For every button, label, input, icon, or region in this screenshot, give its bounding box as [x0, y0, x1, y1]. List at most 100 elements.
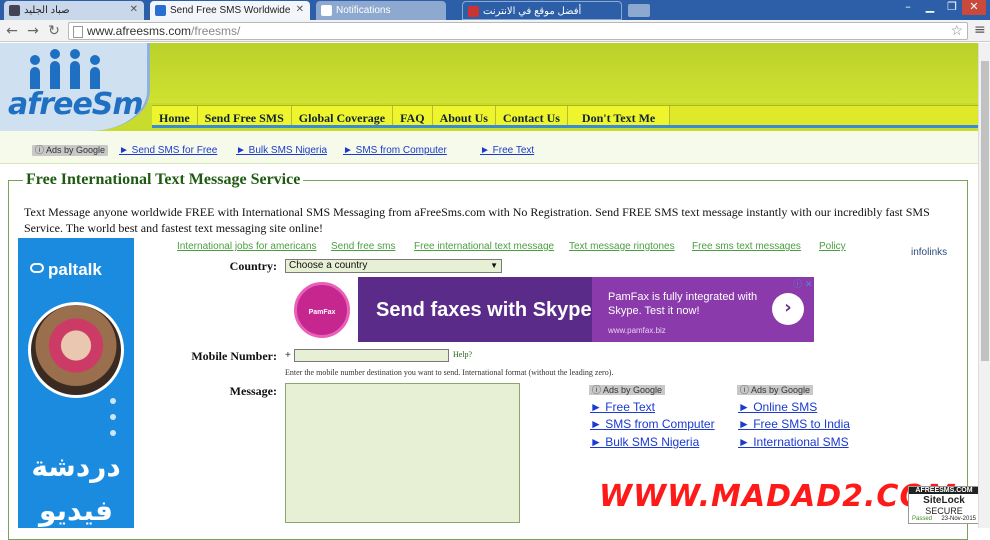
logo-text-afree: afree [8, 87, 93, 122]
logo-figure [50, 61, 60, 89]
forward-arrow-icon[interactable]: → [24, 22, 42, 40]
country-select-value: Choose a country [289, 260, 368, 271]
ad-link-send-sms-free[interactable]: ► Send SMS for Free [119, 145, 217, 156]
browser-tabstrip: صباد الجليد ✕ Send Free SMS Worldwide ✕ … [0, 0, 990, 20]
nav-filler [670, 106, 980, 125]
nav-global-coverage[interactable]: Global Coverage [292, 106, 394, 125]
browser-tab-3[interactable]: Notifications [316, 1, 446, 20]
topic-link-policy[interactable]: Policy [819, 241, 846, 252]
minimize-icon-2[interactable]: ▁ [920, 0, 940, 15]
page-scrollbar[interactable] [978, 43, 990, 528]
banner-subtext: PamFax is fully integrated with Skype. T… [608, 291, 758, 317]
browser-menu-icon[interactable]: ≡ [974, 22, 986, 38]
paltalk-side-ad[interactable]: paltalk دردشة فيديو [18, 238, 134, 528]
topic-link-free-intl-text[interactable]: Free international text message [414, 241, 554, 252]
ad-link-online-sms[interactable]: ► Online SMS [738, 400, 817, 414]
back-arrow-icon[interactable]: ← [3, 22, 21, 40]
main-nav: Home Send Free SMS Global Coverage FAQ A… [152, 105, 980, 128]
mobile-number-input[interactable] [294, 349, 449, 362]
ad-link-sms-from-computer[interactable]: ► SMS from Computer [590, 417, 715, 431]
topic-link-ringtones[interactable]: Text message ringtones [569, 241, 675, 252]
banner-right-panel: PamFax is fully integrated with Skype. T… [592, 277, 814, 342]
ads-by-google-badge[interactable]: ⓘ Ads by Google [32, 145, 109, 156]
logo-text: afreeSms [8, 87, 147, 122]
sitelock-badge[interactable]: AFREESMS.COM SiteLock SECURE Passed 23-No… [908, 486, 980, 524]
close-icon[interactable]: ✕ [296, 4, 304, 15]
message-label: Message: [229, 384, 277, 398]
chevron-right-icon[interactable]: › [772, 293, 804, 325]
paltalk-logo: paltalk [30, 260, 102, 280]
ad-link-bulk-sms-nigeria[interactable]: ► Bulk SMS Nigeria [590, 435, 699, 449]
infolinks-logo[interactable]: infolinks [911, 247, 947, 258]
logo-figure-head [70, 49, 80, 59]
close-window-icon[interactable]: ✕ [962, 0, 986, 15]
topic-link-jobs[interactable]: International jobs for americans [177, 241, 317, 252]
ads-by-google-label: Ads by Google [46, 145, 106, 155]
plus-prefix: + [285, 350, 291, 361]
page-icon [73, 26, 83, 38]
minimize-icon[interactable]: – [898, 0, 918, 15]
chat-bubble-icon [30, 263, 44, 273]
country-label: Country: [229, 259, 277, 273]
pamfax-logo-text: PamFax [308, 309, 336, 316]
paltalk-brand: paltalk [48, 260, 102, 279]
browser-tab-4[interactable]: أفضل موقع في الانترنت [462, 1, 622, 20]
topic-link-free-sms-text[interactable]: Free sms text messages [692, 241, 801, 252]
browser-tab-1[interactable]: صباد الجليد ✕ [4, 1, 144, 20]
site-logo[interactable]: afreeSms [0, 43, 150, 131]
help-link[interactable]: Help? [453, 350, 472, 359]
reload-icon[interactable]: ↻ [45, 22, 63, 40]
dropdown-arrow-icon: ▼ [490, 261, 498, 270]
pamfax-logo: PamFax [294, 282, 350, 338]
url-path: /freesms/ [191, 24, 241, 38]
info-icon: ⓘ [35, 145, 47, 155]
info-icon: ⓘ [740, 385, 752, 395]
logo-figure-head [30, 55, 40, 65]
ad-link-bulk-sms-nigeria[interactable]: ► Bulk SMS Nigeria [236, 145, 327, 156]
nav-home[interactable]: Home [152, 106, 198, 125]
ad-link-free-text[interactable]: ► Free Text [590, 400, 655, 414]
tab-title: Send Free SMS Worldwide [170, 5, 291, 16]
nav-send-free-sms[interactable]: Send Free SMS [198, 106, 292, 125]
restore-icon[interactable]: ❐ [942, 0, 962, 15]
nav-about-us[interactable]: About Us [433, 106, 496, 125]
nav-dont-text-me[interactable]: Don't Text Me [568, 106, 671, 125]
ad-link-free-sms-india[interactable]: ► Free SMS to India [738, 417, 850, 431]
ad-link-sms-from-computer[interactable]: ► SMS from Computer [343, 145, 447, 156]
ads-by-google-badge[interactable]: ⓘ Ads by Google [737, 385, 814, 395]
pamfax-banner-ad[interactable]: PamFax Send faxes with Skype PamFax is f… [286, 277, 814, 342]
logo-figure [90, 67, 100, 89]
topic-link-send-free-sms[interactable]: Send free sms [331, 241, 395, 252]
sitelock-passed: Passed [912, 516, 933, 522]
adchoices-close-icon[interactable]: ⓘ ✕ [793, 277, 812, 290]
message-textarea[interactable] [285, 383, 520, 523]
mobile-number-label: Mobile Number: [191, 349, 277, 363]
browser-toolbar: ← → ↻ www.afreesms.com/freesms/ ☆ ≡ [0, 20, 990, 42]
logo-figure [30, 67, 40, 89]
sitelock-site: AFREESMS.COM [909, 487, 979, 494]
favicon-icon [155, 5, 166, 16]
info-icon: ⓘ [592, 385, 604, 395]
nav-faq[interactable]: FAQ [393, 106, 433, 125]
ad-photo [28, 302, 124, 398]
bookmark-star-icon[interactable]: ☆ [950, 22, 963, 39]
address-bar[interactable]: www.afreesms.com/freesms/ ☆ [68, 22, 968, 40]
tab-title: أفضل موقع في الانترنت [483, 6, 582, 17]
site-header: afreeSms Home Send Free SMS Global Cover… [0, 43, 990, 131]
scrollbar-thumb[interactable] [981, 61, 989, 361]
new-tab-button[interactable] [628, 4, 650, 17]
nav-contact-us[interactable]: Contact Us [496, 106, 568, 125]
favicon-icon [321, 5, 332, 16]
ad-text-line1: دردشة [31, 450, 121, 483]
favicon-icon [468, 6, 479, 17]
ads-by-google-badge[interactable]: ⓘ Ads by Google [589, 385, 666, 395]
tab-title: صباد الجليد [24, 5, 70, 16]
favicon-icon [9, 5, 20, 16]
browser-tab-active[interactable]: Send Free SMS Worldwide ✕ [150, 1, 310, 20]
sitelock-footer: Passed 23-Nov-2015 [909, 516, 979, 522]
ad-link-international-sms[interactable]: ► International SMS [738, 435, 849, 449]
country-select[interactable]: Choose a country ▼ [285, 259, 502, 273]
sitelock-brand: SiteLock [923, 495, 965, 506]
close-icon[interactable]: ✕ [130, 4, 138, 15]
ad-link-free-text[interactable]: ► Free Text [480, 145, 534, 156]
